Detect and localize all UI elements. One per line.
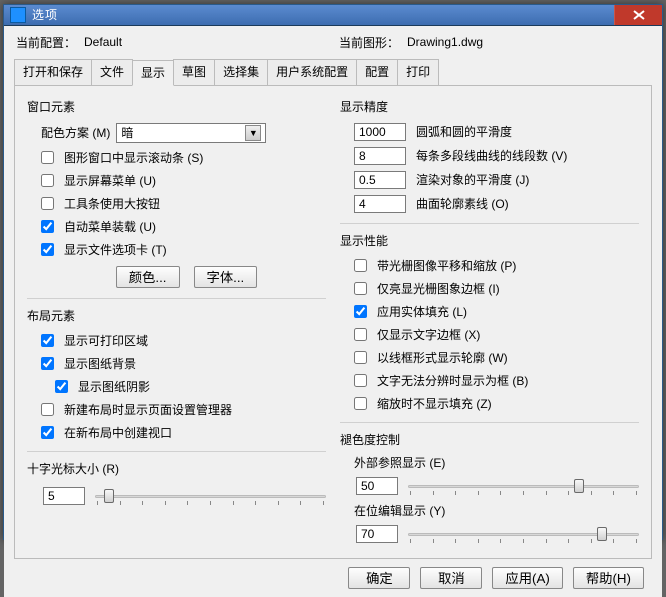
cb-paper-background-label: 显示图纸背景 (64, 355, 136, 372)
cb-file-tabs-label: 显示文件选项卡 (T) (64, 241, 167, 258)
section-window-elements: 窗口元素 (27, 98, 326, 115)
cb-display-scrollbars[interactable] (41, 151, 54, 164)
current-drawing-value: Drawing1.dwg (407, 35, 567, 49)
cb-create-viewport[interactable] (41, 426, 54, 439)
header-row: 当前配置： Default 当前图形： Drawing1.dwg (16, 34, 652, 51)
left-column: 窗口元素 配色方案 (M) 暗 ▼ 图形窗口中显示滚动条 (S) 显示屏幕菜单 … (27, 96, 326, 548)
cb-raster-pan-zoom-label: 带光栅图像平移和缩放 (P) (377, 257, 516, 274)
cb-no-fill-on-zoom-label: 缩放时不显示填充 (Z) (377, 395, 492, 412)
tab-drafting[interactable]: 草图 (173, 59, 215, 85)
crosshair-size-input[interactable] (43, 487, 85, 505)
cb-apply-solid-fill[interactable] (354, 305, 367, 318)
chevron-down-icon: ▼ (245, 125, 261, 141)
cb-screen-menu-label: 显示屏幕菜单 (U) (64, 172, 156, 189)
cancel-button[interactable]: 取消 (420, 567, 482, 589)
arc-smoothness-input[interactable] (354, 123, 406, 141)
inplace-edit-label: 在位编辑显示 (Y) (354, 502, 639, 519)
tab-bar: 打开和保存 文件 显示 草图 选择集 用户系统配置 配置 打印 (14, 59, 652, 86)
fonts-button[interactable]: 字体... (194, 266, 258, 288)
tab-display[interactable]: 显示 (132, 60, 174, 86)
tab-files[interactable]: 文件 (91, 59, 133, 85)
xref-display-label: 外部参照显示 (E) (354, 454, 639, 471)
tab-plot[interactable]: 打印 (397, 59, 439, 85)
color-scheme-label: 配色方案 (M) (41, 124, 110, 141)
cb-text-as-box[interactable] (354, 374, 367, 387)
contour-lines-label: 曲面轮廓素线 (O) (416, 195, 639, 212)
cb-screen-menu[interactable] (41, 174, 54, 187)
cb-text-boundary-only[interactable] (354, 328, 367, 341)
color-scheme-value: 暗 (121, 124, 133, 141)
app-icon (10, 7, 26, 23)
titlebar: 选项 (4, 5, 662, 26)
current-drawing-label: 当前图形： (339, 34, 399, 51)
cb-autoload-menu-label: 自动菜单装载 (U) (64, 218, 156, 235)
cb-no-fill-on-zoom[interactable] (354, 397, 367, 410)
close-button[interactable] (614, 5, 662, 25)
cb-wireframe-silhouette-label: 以线框形式显示轮廓 (W) (377, 349, 508, 366)
current-config-label: 当前配置： (16, 34, 76, 51)
options-dialog: 选项 当前配置： Default 当前图形： Drawing1.dwg 打开和保… (3, 4, 663, 540)
cb-page-setup-new-layout-label: 新建布局时显示页面设置管理器 (64, 401, 232, 418)
polyline-segments-label: 每条多段线曲线的线段数 (V) (416, 147, 639, 164)
polyline-segments-input[interactable] (354, 147, 406, 165)
cb-paper-background[interactable] (41, 357, 54, 370)
cb-large-buttons[interactable] (41, 197, 54, 210)
cb-create-viewport-label: 在新布局中创建视口 (64, 424, 172, 441)
section-crosshair: 十字光标大小 (R) (27, 460, 326, 477)
cb-page-setup-new-layout[interactable] (41, 403, 54, 416)
help-button[interactable]: 帮助(H) (573, 567, 644, 589)
section-layout-elements: 布局元素 (27, 307, 326, 324)
crosshair-size-slider[interactable] (95, 487, 326, 505)
tab-open-save[interactable]: 打开和保存 (14, 59, 92, 85)
inplace-edit-slider[interactable] (408, 525, 639, 543)
color-scheme-select[interactable]: 暗 ▼ (116, 123, 266, 143)
inplace-edit-input[interactable] (356, 525, 398, 543)
apply-button[interactable]: 应用(A) (492, 567, 562, 589)
section-display-resolution: 显示精度 (340, 98, 639, 115)
ok-button[interactable]: 确定 (348, 567, 410, 589)
close-icon (633, 10, 645, 20)
xref-display-slider[interactable] (408, 477, 639, 495)
xref-display-input[interactable] (356, 477, 398, 495)
cb-wireframe-silhouette[interactable] (354, 351, 367, 364)
cb-autoload-menu[interactable] (41, 220, 54, 233)
window-title: 选项 (32, 6, 58, 23)
right-column: 显示精度 圆弧和圆的平滑度 每条多段线曲线的线段数 (V) 渲染对象的平滑度 (… (340, 96, 639, 548)
cb-paper-shadow[interactable] (55, 380, 68, 393)
section-fade-control: 褪色度控制 (340, 431, 639, 448)
cb-display-scrollbars-label: 图形窗口中显示滚动条 (S) (64, 149, 203, 166)
current-config-value: Default (84, 35, 244, 49)
cb-printable-area[interactable] (41, 334, 54, 347)
cb-highlight-raster-frame-label: 仅亮显光栅图象边框 (I) (377, 280, 500, 297)
cb-text-boundary-only-label: 仅显示文字边框 (X) (377, 326, 480, 343)
dialog-footer: 确定 取消 应用(A) 帮助(H) (14, 559, 652, 589)
tab-user-prefs[interactable]: 用户系统配置 (267, 59, 357, 85)
cb-file-tabs[interactable] (41, 243, 54, 256)
cb-paper-shadow-label: 显示图纸阴影 (78, 378, 150, 395)
cb-text-as-box-label: 文字无法分辨时显示为框 (B) (377, 372, 528, 389)
tab-selection[interactable]: 选择集 (214, 59, 268, 85)
section-display-performance: 显示性能 (340, 232, 639, 249)
cb-printable-area-label: 显示可打印区域 (64, 332, 148, 349)
cb-apply-solid-fill-label: 应用实体填充 (L) (377, 303, 467, 320)
cb-raster-pan-zoom[interactable] (354, 259, 367, 272)
tab-profiles[interactable]: 配置 (356, 59, 398, 85)
cb-highlight-raster-frame[interactable] (354, 282, 367, 295)
contour-lines-input[interactable] (354, 195, 406, 213)
colors-button[interactable]: 颜色... (116, 266, 180, 288)
cb-large-buttons-label: 工具条使用大按钮 (64, 195, 160, 212)
render-smoothness-label: 渲染对象的平滑度 (J) (416, 171, 639, 188)
arc-smoothness-label: 圆弧和圆的平滑度 (416, 123, 639, 140)
render-smoothness-input[interactable] (354, 171, 406, 189)
